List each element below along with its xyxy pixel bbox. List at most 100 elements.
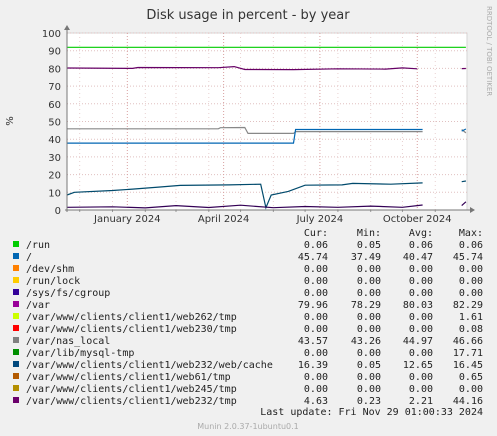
legend-swatch [13, 349, 19, 355]
legend-header: Avg: [409, 228, 433, 239]
legend-header: Min: [357, 228, 381, 239]
legend-label: /var/nas_local [26, 336, 110, 347]
x-tick-label: January 2024 [93, 214, 161, 225]
legend-value: 0.00 [304, 276, 328, 287]
legend-value: 43.57 [298, 336, 328, 347]
y-tick-label: 90 [48, 47, 61, 58]
legend-label: /var/www/clients/client1/web262/tmp [26, 312, 237, 323]
legend-value: 0.05 [357, 360, 381, 371]
legend-value: 78.29 [351, 300, 381, 311]
legend-label: /var [26, 300, 50, 311]
legend-label: /var/lib/mysql-tmp [26, 348, 134, 359]
x-tick-label: October 2024 [383, 214, 452, 225]
legend-value: 0.65 [459, 372, 483, 383]
legend-value: 0.00 [357, 372, 381, 383]
legend-value: 43.26 [351, 336, 381, 347]
legend-label: /run/lock [26, 276, 80, 287]
legend-value: 0.00 [459, 264, 483, 275]
legend-value: 0.00 [357, 312, 381, 323]
legend-value: 80.03 [403, 300, 433, 311]
legend-value: 0.06 [409, 240, 433, 251]
x-tick-label: April 2024 [198, 214, 249, 225]
legend-value: 0.00 [459, 288, 483, 299]
legend-swatch [13, 361, 19, 367]
legend-value: 1.61 [459, 312, 483, 323]
legend-value: 45.74 [298, 252, 328, 263]
legend-value: 79.96 [298, 300, 328, 311]
legend-value: 0.23 [357, 396, 381, 407]
legend-value: 17.71 [453, 348, 483, 359]
disk-usage-chart: 0 10 20 30 40 50 60 70 80 90 100 January 2024 April … [5, 6, 493, 431]
legend-value: 0.00 [409, 384, 433, 395]
y-tick-label: 0 [55, 206, 61, 217]
legend-value: 0.06 [459, 240, 483, 251]
last-update: Last update: Fri Nov 29 01:00:33 2024 [260, 407, 483, 418]
legend-swatch [13, 277, 19, 283]
legend-value: 0.00 [304, 384, 328, 395]
legend-value: 0.00 [304, 312, 328, 323]
legend-label: /sys/fs/cgroup [26, 288, 110, 299]
legend-value: 16.45 [453, 360, 483, 371]
legend-value: 82.29 [453, 300, 483, 311]
legend-value: 0.00 [357, 348, 381, 359]
legend-value: 0.00 [357, 276, 381, 287]
legend-value: 0.00 [409, 276, 433, 287]
legend-swatch [13, 289, 19, 295]
legend-value: 0.00 [409, 372, 433, 383]
legend-value: 0.00 [357, 384, 381, 395]
x-tick-label: July 2024 [296, 214, 344, 225]
rrdtool-side-label: RRDTOOL / TOBI OETIKER [485, 6, 493, 96]
legend-value: 0.00 [459, 384, 483, 395]
y-axis-label: % [5, 116, 16, 126]
legend-value: 0.00 [357, 324, 381, 335]
legend-value: 0.00 [357, 288, 381, 299]
legend-swatch [13, 253, 19, 259]
legend-value: 2.21 [409, 396, 433, 407]
legend-value: 44.16 [453, 396, 483, 407]
legend-value: 0.00 [304, 264, 328, 275]
y-tick-label: 10 [48, 188, 61, 199]
legend-value: 0.00 [304, 288, 328, 299]
y-tick-label: 100 [42, 29, 61, 40]
legend-value: 0.00 [409, 264, 433, 275]
legend-value: 0.00 [409, 288, 433, 299]
legend-value: 0.00 [357, 264, 381, 275]
x-axis-arrow [470, 207, 475, 213]
legend-value: 0.00 [304, 324, 328, 335]
legend-header: Cur: [304, 228, 328, 239]
legend-swatch [13, 373, 19, 379]
legend-value: 0.06 [304, 240, 328, 251]
legend-swatch [13, 325, 19, 331]
legend-value: 0.00 [409, 348, 433, 359]
legend: Cur: Min: Avg: Max: /run 0.06 0.05 0.06 0.06 / 45.… [13, 228, 483, 407]
legend-value: 44.97 [403, 336, 433, 347]
legend-value: 37.49 [351, 252, 381, 263]
legend-value: 4.63 [304, 396, 328, 407]
legend-swatch [13, 241, 19, 247]
legend-swatch [13, 397, 19, 403]
y-tick-label: 30 [48, 153, 61, 164]
legend-value: 0.00 [304, 372, 328, 383]
legend-value: 12.65 [403, 360, 433, 371]
legend-value: 40.47 [403, 252, 433, 263]
y-tick-label: 60 [48, 100, 61, 111]
legend-value: 0.00 [409, 324, 433, 335]
legend-value: 0.05 [357, 240, 381, 251]
legend-value: 46.66 [453, 336, 483, 347]
legend-value: 0.00 [409, 312, 433, 323]
legend-label: /var/www/clients/client1/web230/tmp [26, 324, 237, 335]
y-tick-label: 70 [48, 82, 61, 93]
y-tick-label: 50 [48, 118, 61, 129]
legend-swatch [13, 337, 19, 343]
legend-header: Max: [459, 228, 483, 239]
legend-swatch [13, 265, 19, 271]
legend-label: /var/www/clients/client1/web245/tmp [26, 384, 237, 395]
legend-label: /var/www/clients/client1/web232/web/cach… [26, 360, 273, 371]
legend-value: 0.00 [459, 276, 483, 287]
legend-label: /dev/shm [26, 264, 74, 275]
legend-label: /run [26, 240, 50, 251]
y-tick-label: 20 [48, 171, 61, 182]
chart-title: Disk usage in percent - by year [146, 8, 350, 23]
legend-label: / [26, 252, 32, 263]
legend-label: /var/www/clients/client1/web232/tmp [26, 396, 237, 407]
